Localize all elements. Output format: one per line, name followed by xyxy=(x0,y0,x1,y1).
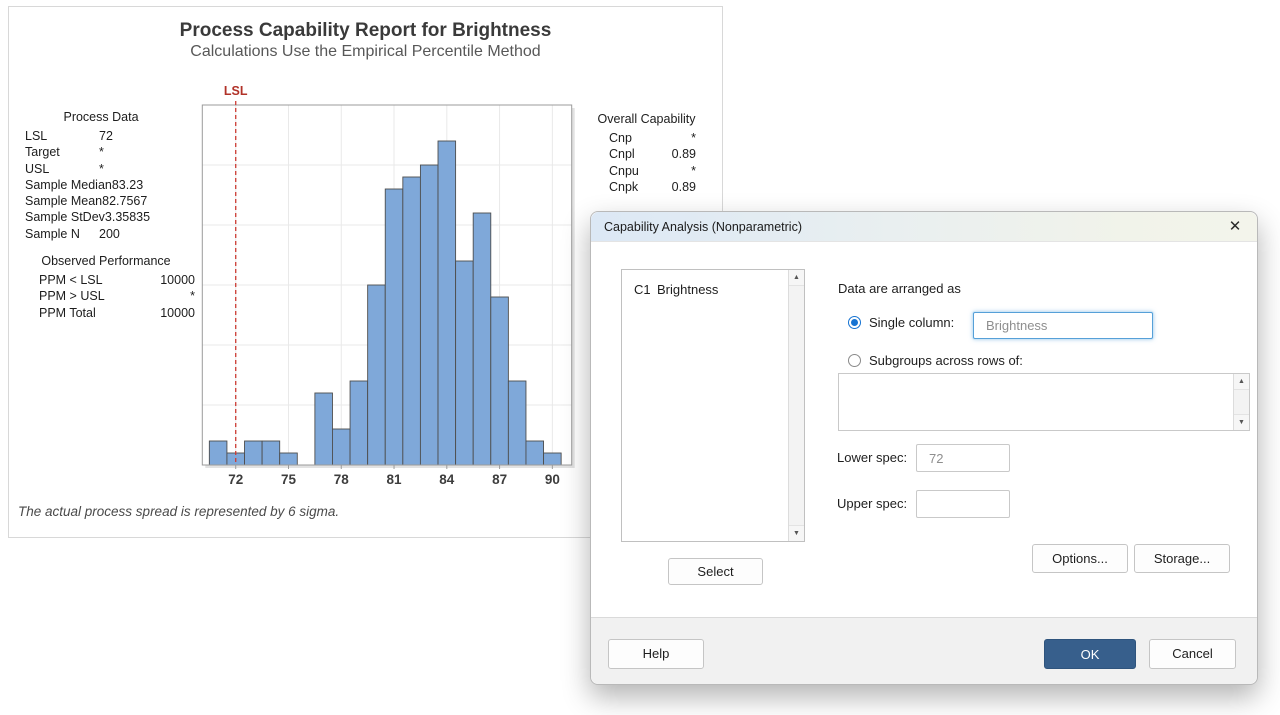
histogram-bar xyxy=(350,381,368,465)
variable-listbox[interactable]: C1Brightness ▲ ▼ xyxy=(621,269,805,542)
observed-performance-title: Observed Performance xyxy=(17,253,195,270)
close-icon: ✕ xyxy=(1229,218,1242,235)
page-subtitle: Calculations Use the Empirical Percentil… xyxy=(9,43,722,61)
list-item[interactable]: C1Brightness xyxy=(622,270,804,297)
stat-row: USL* xyxy=(17,161,185,177)
stat-row: Sample N200 xyxy=(17,226,185,242)
x-tick-label: 90 xyxy=(545,472,560,487)
scroll-up-icon[interactable]: ▲ xyxy=(1234,374,1249,390)
process-data-title: Process Data xyxy=(17,109,185,126)
histogram-bar xyxy=(544,453,562,465)
histogram-bar xyxy=(385,189,403,465)
stat-row: PPM > USL* xyxy=(17,288,195,304)
chart-footnote: The actual process spread is represented… xyxy=(18,504,339,519)
histogram-bar xyxy=(315,393,333,465)
histogram-bar xyxy=(332,429,350,465)
histogram-bar xyxy=(403,177,421,465)
process-data-panel: Process Data LSL72Target*USL*Sample Medi… xyxy=(17,109,185,242)
scroll-down-icon[interactable]: ▼ xyxy=(789,525,804,541)
capability-analysis-dialog: Capability Analysis (Nonparametric) ✕ C1… xyxy=(590,211,1258,685)
stat-row: Cnpu* xyxy=(597,163,696,179)
dialog-title: Capability Analysis (Nonparametric) xyxy=(604,220,802,234)
lsl-label: LSL xyxy=(224,84,248,98)
storage-button[interactable]: Storage... xyxy=(1134,544,1230,573)
stat-row: PPM < LSL10000 xyxy=(17,272,195,288)
x-tick-label: 87 xyxy=(492,472,507,487)
dialog-titlebar[interactable]: Capability Analysis (Nonparametric) xyxy=(591,212,1257,242)
observed-performance-rows: PPM < LSL10000PPM > USL*PPM Total10000 xyxy=(17,272,195,321)
stat-row: Sample Mean82.7567 xyxy=(17,193,185,209)
scroll-up-icon[interactable]: ▲ xyxy=(789,270,804,286)
histogram-bar xyxy=(473,213,491,465)
select-button[interactable]: Select xyxy=(668,558,763,585)
process-data-rows: LSL72Target*USL*Sample Median83.23Sample… xyxy=(17,128,185,242)
listbox-scrollbar[interactable]: ▲ ▼ xyxy=(788,270,804,541)
variable-list: C1Brightness xyxy=(622,270,804,297)
x-tick-label: 72 xyxy=(228,472,243,487)
help-button[interactable]: Help xyxy=(608,639,704,669)
histogram-bar xyxy=(280,453,298,465)
stat-row: Cnpl0.89 xyxy=(597,146,696,162)
arranged-label: Data are arranged as xyxy=(838,281,961,296)
histogram-bar xyxy=(420,165,438,465)
overall-capability-title: Overall Capability xyxy=(597,111,696,128)
stat-row: Sample StDev3.35835 xyxy=(17,209,185,225)
single-column-input[interactable] xyxy=(973,312,1153,339)
stat-row: Target* xyxy=(17,144,185,160)
histogram-bar xyxy=(245,441,263,465)
lower-spec-input[interactable] xyxy=(916,444,1010,472)
x-tick-label: 78 xyxy=(334,472,350,487)
observed-performance-panel: Observed Performance PPM < LSL10000PPM >… xyxy=(17,253,195,321)
stat-row: PPM Total10000 xyxy=(17,305,195,321)
histogram-bar xyxy=(456,261,474,465)
subgroups-label: Subgroups across rows of: xyxy=(869,354,1023,367)
ok-button[interactable]: OK xyxy=(1044,639,1136,669)
stat-row: Sample Median83.23 xyxy=(17,177,185,193)
histogram-bar xyxy=(209,441,227,465)
single-column-radio[interactable] xyxy=(848,316,861,329)
options-button[interactable]: Options... xyxy=(1032,544,1128,573)
upper-spec-input[interactable] xyxy=(916,490,1010,518)
histogram-bar xyxy=(491,297,509,465)
stat-row: Cnp* xyxy=(597,130,696,146)
histogram-bar xyxy=(508,381,526,465)
upper-spec-label: Upper spec: xyxy=(837,490,907,518)
capability-histogram: 72 75 78 81 84 87 90 LSL xyxy=(179,77,589,502)
x-tick-label: 75 xyxy=(281,472,297,487)
lower-spec-label: Lower spec: xyxy=(837,444,907,472)
subgroups-input[interactable]: ▲ ▼ xyxy=(838,373,1250,431)
page-title: Process Capability Report for Brightness xyxy=(9,20,722,42)
histogram-bar xyxy=(368,285,386,465)
x-tick-label: 84 xyxy=(439,472,455,487)
x-tick-label: 81 xyxy=(387,472,403,487)
stat-row: LSL72 xyxy=(17,128,185,144)
close-button[interactable]: ✕ xyxy=(1224,212,1246,242)
subgroups-radio[interactable] xyxy=(848,354,861,367)
scroll-down-icon[interactable]: ▼ xyxy=(1234,414,1249,430)
histogram-bar xyxy=(526,441,544,465)
overall-capability-rows: Cnp*Cnpl0.89Cnpu*Cnpk0.89 xyxy=(597,130,696,195)
stat-row: Cnpk0.89 xyxy=(597,179,696,195)
cancel-button[interactable]: Cancel xyxy=(1149,639,1236,669)
histogram-bar xyxy=(262,441,280,465)
histogram-bar xyxy=(438,141,456,465)
overall-capability-panel: Overall Capability Cnp*Cnpl0.89Cnpu*Cnpk… xyxy=(597,111,696,195)
single-column-label: Single column: xyxy=(869,316,954,329)
subgroups-scrollbar[interactable]: ▲ ▼ xyxy=(1233,374,1249,430)
